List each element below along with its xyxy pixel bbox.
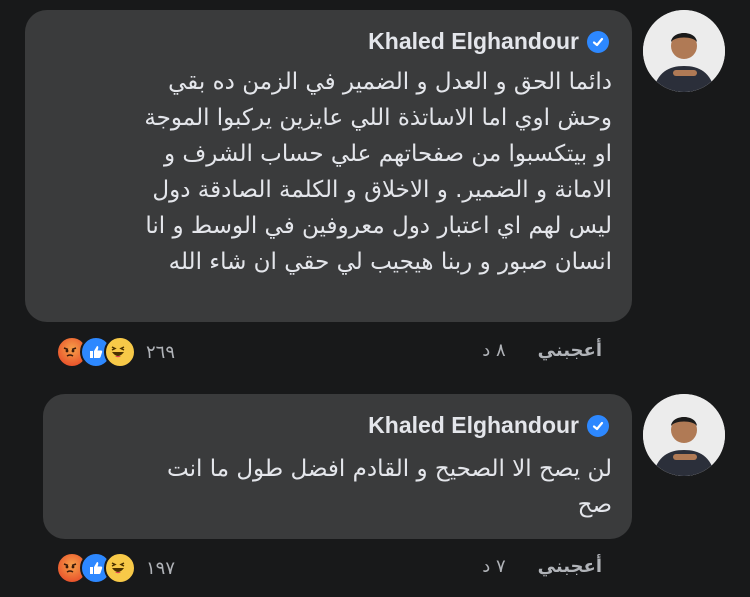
reaction-count: ٢٦٩ <box>146 341 176 363</box>
haha-reaction-icon <box>104 336 136 368</box>
reaction-icons <box>56 552 136 584</box>
like-button[interactable]: أعجبني <box>538 556 602 577</box>
verified-badge-icon <box>587 30 609 53</box>
haha-reaction-icon <box>104 552 136 584</box>
like-button[interactable]: أعجبني <box>538 340 602 361</box>
verified-badge-icon <box>587 414 609 437</box>
comment-text: لن يصح الا الصحيح و القادم افضل طول ما ا… <box>167 456 612 518</box>
timestamp[interactable]: ٨ د <box>482 340 505 361</box>
author-name[interactable]: Khaled Elghandour <box>368 412 579 439</box>
comment-text: دائما الحق و العدل و الضمير في الزمن ده … <box>144 69 612 275</box>
reaction-summary[interactable]: ٢٦٩ <box>48 336 175 368</box>
author-name[interactable]: Khaled Elghandour <box>368 28 579 55</box>
timestamp[interactable]: ٧ د <box>482 556 505 577</box>
author-row: Khaled Elghandour <box>368 28 609 55</box>
reaction-summary[interactable]: ١٩٧ <box>48 552 175 584</box>
reaction-icons <box>56 336 136 368</box>
avatar[interactable] <box>643 394 725 476</box>
author-row: Khaled Elghandour <box>368 412 609 439</box>
comment-actions: ٨ د أعجبني <box>482 340 602 361</box>
comment-actions: ٧ د أعجبني <box>482 556 602 577</box>
reaction-count: ١٩٧ <box>146 557 176 579</box>
avatar[interactable] <box>643 10 725 92</box>
